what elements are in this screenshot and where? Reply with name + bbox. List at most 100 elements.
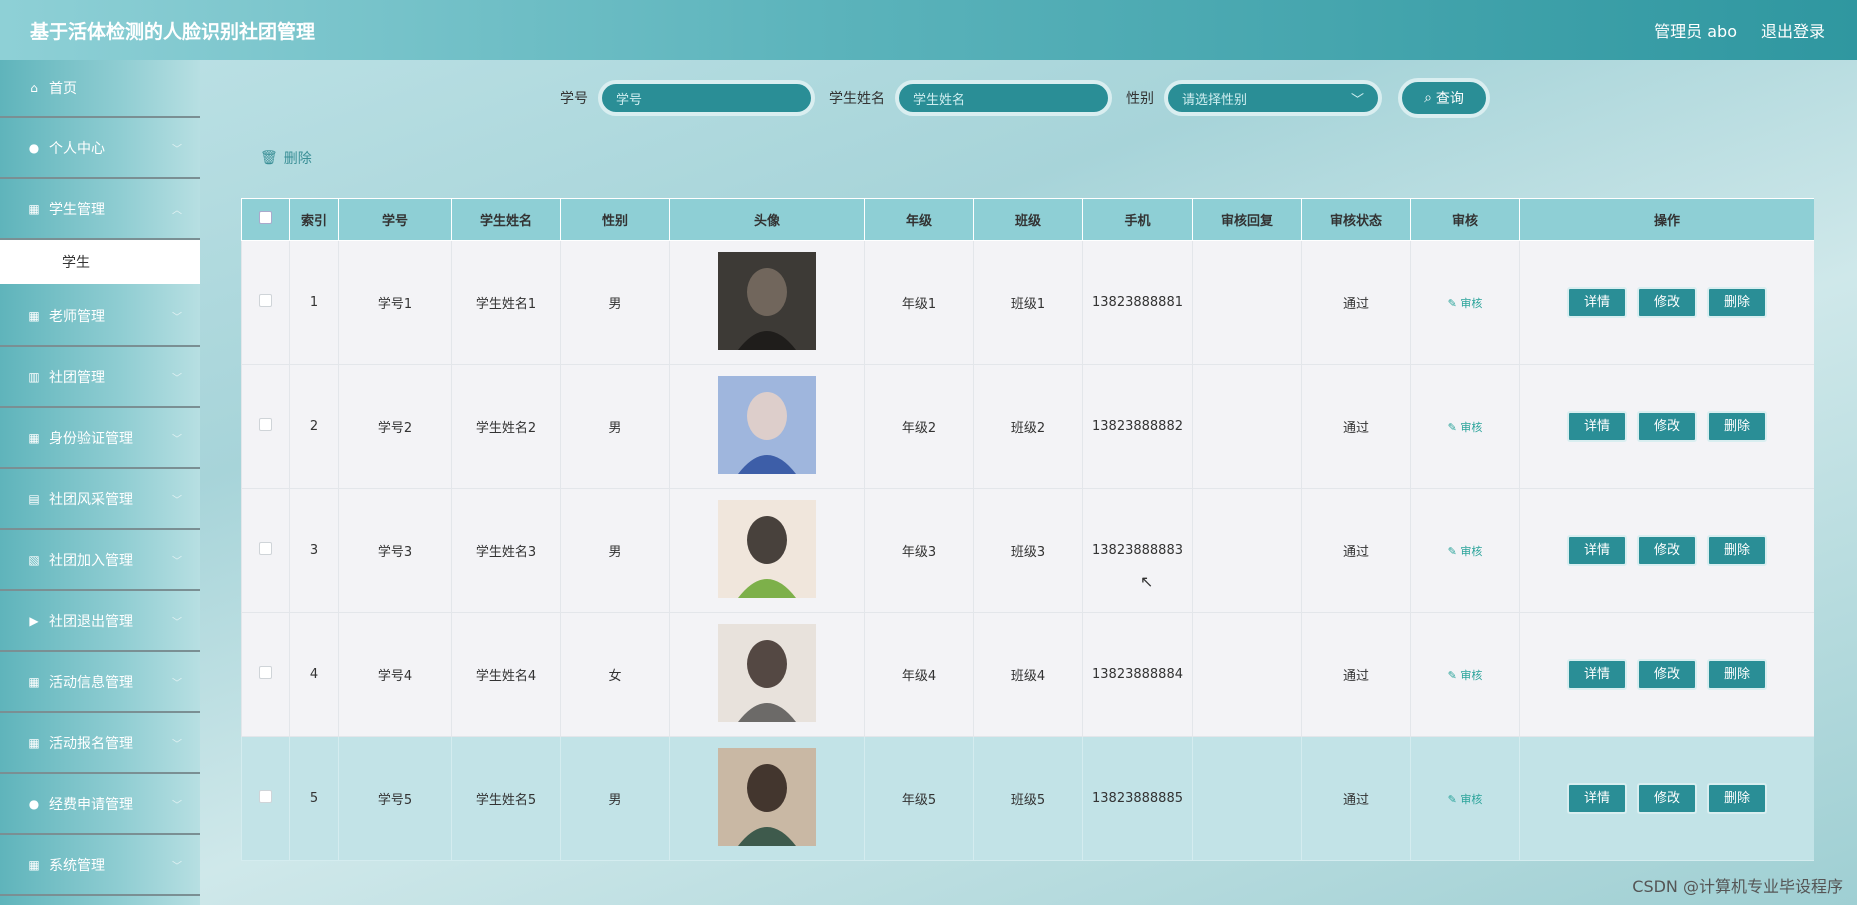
sidebar-item-home[interactable]: ⌂ 首页 (0, 60, 200, 118)
detail-button[interactable]: 详情 (1567, 783, 1627, 814)
grid-icon: ▦ (28, 201, 40, 216)
row-select-cell (241, 488, 290, 613)
sidebar-item-label: 系统管理 (49, 857, 105, 874)
chevron-down-icon: ﹀ (172, 861, 182, 872)
audit-status-cell: 通过 (1301, 488, 1411, 613)
edit-button[interactable]: 修改 (1637, 783, 1697, 814)
row-checkbox[interactable] (259, 790, 272, 803)
student-id-input[interactable]: 学号 (598, 80, 815, 116)
sidebar-item-label: 首页 (49, 81, 77, 97)
delete-button[interactable]: 删除 (1707, 535, 1767, 566)
row-checkbox[interactable] (259, 294, 272, 307)
sidebar-item-system-mgmt[interactable]: ▦ 系统管理 ﹀ (0, 835, 200, 896)
gender-cell: 男 (560, 240, 670, 365)
sidebar-item-label: 社团退出管理 (49, 613, 133, 630)
sidebar-item-teacher-mgmt[interactable]: ▦ 老师管理 ﹀ (0, 286, 200, 347)
grid-icon: ▦ (28, 430, 40, 445)
home-icon: ⌂ (30, 81, 38, 95)
delete-button[interactable]: 删除 (1707, 411, 1767, 442)
sidebar-item-label: 老师管理 (49, 308, 105, 325)
audit-link[interactable]: ✎ 审核 (1448, 421, 1483, 434)
delete-button[interactable]: 删除 (1707, 287, 1767, 318)
student-name-input[interactable]: 学生姓名 (895, 80, 1112, 116)
row-checkbox[interactable] (259, 666, 272, 679)
audit-link[interactable]: ✎ 审核 (1448, 545, 1483, 558)
gender-cell: 女 (560, 612, 670, 737)
detail-button[interactable]: 详情 (1567, 535, 1627, 566)
student-id-cell: 学号4 (338, 612, 452, 737)
chevron-down-icon: ﹀ (172, 312, 182, 323)
query-button[interactable]: ⌕ 查询 (1398, 78, 1490, 118)
avatar (718, 623, 816, 722)
detail-button[interactable]: 详情 (1567, 411, 1627, 442)
delete-button[interactable]: 删除 (1707, 659, 1767, 690)
avatar-cell (669, 240, 865, 365)
grade-cell: 年级5 (864, 736, 974, 861)
row-checkbox[interactable] (259, 542, 272, 555)
sidebar-item-funding-mgmt[interactable]: ● 经费申请管理 ﹀ (0, 774, 200, 835)
edit-icon: ✎ (1447, 296, 1461, 310)
chevron-down-icon: ﹀ (172, 739, 182, 750)
audit-link[interactable]: ✎ 审核 (1448, 669, 1483, 682)
actions-cell: 详情 修改 删除 (1519, 364, 1814, 489)
audit-reply-cell (1192, 612, 1302, 737)
col-header: 班级 (973, 198, 1083, 241)
table-row: 3 学号3 学生姓名3 男 年级3 班级3 13823888883 通过 ✎ 审核 详情 修改 删除 (241, 488, 1814, 613)
batch-delete-button[interactable]: 🗑 删除 (260, 148, 312, 168)
sidebar-item-activity-info-mgmt[interactable]: ▦ 活动信息管理 ﹀ (0, 652, 200, 713)
sidebar-item-club-join-mgmt[interactable]: ▧ 社团加入管理 ﹀ (0, 530, 200, 591)
search-bar: 学号 学号 学生姓名 学生姓名 性别 请选择性别 ﹀ ⌕ 查询 (560, 78, 1490, 118)
top-header: 基于活体检测的人脸识别社团管理 管理员 abo 退出登录 (0, 0, 1857, 60)
sidebar-item-club-exit-mgmt[interactable]: ▶ 社团退出管理 ﹀ (0, 591, 200, 652)
grade-cell: 年级3 (864, 488, 974, 613)
row-select-cell (241, 736, 290, 861)
detail-button[interactable]: 详情 (1567, 287, 1627, 318)
audit-link[interactable]: ✎ 审核 (1448, 793, 1483, 806)
edit-button[interactable]: 修改 (1637, 659, 1697, 690)
avatar-cell (669, 612, 865, 737)
row-checkbox[interactable] (259, 418, 272, 431)
class-cell: 班级2 (973, 364, 1083, 489)
sidebar-item-club-style-mgmt[interactable]: ▤ 社团风采管理 ﹀ (0, 469, 200, 530)
gender-placeholder: 请选择性别 (1182, 92, 1248, 108)
phone-cell: 13823888884 (1082, 612, 1193, 737)
sidebar-item-identity-mgmt[interactable]: ▦ 身份验证管理 ﹀ (0, 408, 200, 469)
sidebar-item-student-mgmt[interactable]: ▦ 学生管理 ︿ (0, 179, 200, 240)
sidebar-item-label: 活动信息管理 (49, 674, 133, 691)
col-header: 审核状态 (1301, 198, 1411, 241)
col-header: 年级 (864, 198, 974, 241)
student-id-placeholder: 学号 (616, 92, 643, 108)
select-all-checkbox[interactable] (259, 211, 272, 224)
audit-link-label: 审核 (1460, 544, 1483, 558)
logout-link[interactable]: 退出登录 (1761, 18, 1825, 42)
chart-icon: ▧ (28, 552, 40, 567)
edit-button[interactable]: 修改 (1637, 411, 1697, 442)
detail-button[interactable]: 详情 (1567, 659, 1627, 690)
chevron-down-icon: ﹀ (172, 678, 182, 689)
chevron-up-icon: ︿ (172, 205, 182, 216)
chevron-down-icon: ﹀ (172, 800, 182, 811)
col-header: 性别 (560, 198, 670, 241)
admin-user-label[interactable]: 管理员 abo (1654, 18, 1737, 42)
phone-cell: 13823888885 (1082, 736, 1193, 861)
sidebar-item-club-mgmt[interactable]: ▥ 社团管理 ﹀ (0, 347, 200, 408)
sidebar-subitem-student[interactable]: 学生 (0, 240, 200, 284)
audit-link[interactable]: ✎ 审核 (1448, 297, 1483, 310)
gender-label: 性别 (1126, 91, 1154, 107)
sidebar-item-label: 学生管理 (49, 201, 105, 218)
phone-cell: 13823888881 (1082, 240, 1193, 365)
gender-cell: 男 (560, 364, 670, 489)
sidebar-item-activity-signup-mgmt[interactable]: ▦ 活动报名管理 ﹀ (0, 713, 200, 774)
audit-cell: ✎ 审核 (1410, 488, 1520, 613)
gender-select[interactable]: 请选择性别 ﹀ (1164, 80, 1382, 116)
avatar-cell (669, 364, 865, 489)
edit-button[interactable]: 修改 (1637, 535, 1697, 566)
row-select-cell (241, 364, 290, 489)
sidebar-item-personal[interactable]: ● 个人中心 ﹀ (0, 118, 200, 179)
edit-button[interactable]: 修改 (1637, 287, 1697, 318)
header-actions: 管理员 abo 退出登录 (1654, 18, 1825, 42)
chevron-down-icon: ﹀ (172, 617, 182, 628)
class-cell: 班级5 (973, 736, 1083, 861)
sidebar-item-label: 社团管理 (49, 369, 105, 386)
delete-button[interactable]: 删除 (1707, 783, 1767, 814)
